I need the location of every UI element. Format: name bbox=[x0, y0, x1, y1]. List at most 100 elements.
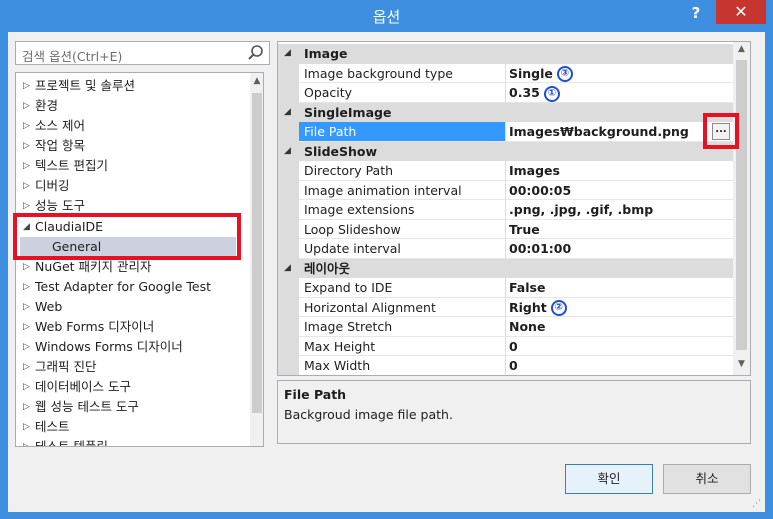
annotation-badge: ③ bbox=[556, 66, 573, 82]
property-row[interactable]: Image Stretch None bbox=[278, 317, 733, 337]
property-name: Expand to IDE bbox=[299, 278, 506, 298]
property-value[interactable]: 00:00:05 bbox=[506, 181, 733, 200]
property-row[interactable]: Update interval 00:01:00 bbox=[278, 239, 733, 259]
property-row[interactable]: Image animation interval 00:00:05 bbox=[278, 180, 733, 200]
tree-item-nuget[interactable]: ▷ NuGet 패키지 관리자 bbox=[16, 257, 246, 277]
property-name: Opacity bbox=[299, 83, 506, 103]
property-name: Image animation interval bbox=[299, 180, 506, 200]
property-value[interactable]: .png, .jpg, .gif, .bmp bbox=[506, 200, 733, 220]
property-name: Update interval bbox=[299, 239, 506, 259]
expand-arrow-icon[interactable]: ▷ bbox=[23, 397, 33, 417]
expand-arrow-icon[interactable]: ▷ bbox=[23, 297, 33, 317]
collapse-arrow-icon[interactable]: ◢ bbox=[284, 259, 291, 278]
property-value[interactable]: False bbox=[506, 278, 733, 298]
property-row[interactable]: Expand to IDE False bbox=[278, 278, 733, 298]
property-row[interactable]: Loop Slideshow True bbox=[278, 219, 733, 239]
property-row[interactable]: Max Width 0 bbox=[278, 356, 733, 375]
expand-arrow-icon[interactable]: ▷ bbox=[23, 317, 33, 337]
expand-arrow-icon[interactable]: ▷ bbox=[23, 176, 33, 196]
category-slideshow[interactable]: ◢ SlideShow bbox=[278, 141, 733, 161]
expand-arrow-icon[interactable]: ▷ bbox=[23, 337, 33, 357]
expand-arrow-icon[interactable]: ▷ bbox=[23, 357, 33, 377]
expand-arrow-icon[interactable]: ▷ bbox=[23, 437, 33, 446]
property-value[interactable]: True bbox=[506, 220, 733, 239]
tree-item-projects[interactable]: ▷ 프로젝트 및 솔루션 bbox=[16, 76, 246, 96]
category-singleimage[interactable]: ◢ SingleImage bbox=[278, 102, 733, 122]
title-bar: 옵션 ? ✕ bbox=[0, 0, 773, 32]
expand-arrow-icon[interactable]: ▷ bbox=[23, 377, 33, 397]
collapse-arrow-icon[interactable]: ◢ bbox=[284, 142, 291, 161]
property-name: Image Stretch bbox=[299, 317, 506, 337]
property-row[interactable]: Directory Path Images bbox=[278, 161, 733, 181]
tree-item-source-control[interactable]: ▷ 소스 제어 bbox=[16, 116, 246, 136]
resize-grip-icon[interactable]: ⋰ bbox=[752, 499, 762, 509]
property-value[interactable]: 00:01:00 bbox=[506, 239, 733, 259]
expand-arrow-icon[interactable]: ▷ bbox=[23, 116, 33, 136]
property-value[interactable]: 0.35 ① bbox=[506, 83, 733, 103]
tree-item-graphics-diagnostics[interactable]: ▷ 그래픽 진단 bbox=[16, 357, 246, 377]
property-value[interactable]: Images bbox=[506, 161, 733, 181]
expand-arrow-icon[interactable]: ▷ bbox=[23, 156, 33, 176]
tree-item-web-forms-designer[interactable]: ▷ Web Forms 디자이너 bbox=[16, 317, 246, 337]
tree-item-text-editor[interactable]: ▷ 텍스트 편집기 bbox=[16, 156, 246, 176]
expand-arrow-icon[interactable]: ▷ bbox=[23, 96, 33, 116]
tree-item-debugging[interactable]: ▷ 디버깅 bbox=[16, 176, 246, 196]
property-value[interactable]: 0 bbox=[506, 356, 733, 375]
property-row[interactable]: Image background type Single ③ bbox=[278, 63, 733, 83]
expand-arrow-icon[interactable]: ▷ bbox=[23, 76, 33, 96]
dialog-title: 옵션 bbox=[372, 8, 401, 26]
tree-item-database-tools[interactable]: ▷ 데이터베이스 도구 bbox=[16, 377, 246, 397]
expand-arrow-icon[interactable]: ▷ bbox=[23, 136, 33, 156]
tree-item-test[interactable]: ▷ 테스트 bbox=[16, 417, 246, 437]
property-name: Loop Slideshow bbox=[299, 219, 506, 239]
scroll-down-icon[interactable]: ▼ bbox=[733, 359, 750, 373]
property-row[interactable]: Opacity 0.35 ① bbox=[278, 83, 733, 103]
tree-item-web[interactable]: ▷ Web bbox=[16, 297, 246, 317]
description-text: Backgroud image file path. bbox=[284, 407, 453, 422]
grid-scrollbar[interactable]: ▲ ▼ bbox=[733, 42, 750, 375]
scroll-thumb[interactable] bbox=[252, 93, 262, 413]
ok-button[interactable]: 확인 bbox=[565, 464, 653, 494]
tree-item-test-adapter[interactable]: ▷ Test Adapter for Google Test bbox=[16, 277, 246, 297]
property-name: Image background type bbox=[299, 63, 506, 83]
property-value[interactable]: Single ③ bbox=[506, 64, 733, 83]
tree-item-web-performance-test[interactable]: ▷ 웹 성능 테스트 도구 bbox=[16, 397, 246, 417]
property-value[interactable]: 0 bbox=[506, 337, 733, 356]
expand-arrow-icon[interactable]: ▷ bbox=[23, 257, 33, 277]
expand-arrow-icon[interactable]: ▷ bbox=[23, 277, 33, 297]
property-value[interactable]: Images₩background.png bbox=[506, 122, 733, 142]
property-row[interactable]: Max Height 0 bbox=[278, 336, 733, 356]
property-value[interactable]: Right ② bbox=[506, 298, 733, 317]
help-button[interactable]: ? bbox=[686, 4, 706, 24]
scroll-thumb[interactable] bbox=[736, 60, 747, 350]
property-value[interactable]: None bbox=[506, 317, 733, 337]
close-button[interactable]: ✕ bbox=[716, 0, 766, 24]
property-row-selected[interactable]: File Path Images₩background.png ... bbox=[278, 122, 733, 142]
property-name: Max Height bbox=[299, 336, 506, 356]
expand-arrow-icon[interactable]: ▷ bbox=[23, 417, 33, 437]
collapse-arrow-icon[interactable]: ◢ bbox=[284, 44, 291, 63]
dialog-body: 검색 옵션(Ctrl+E) ▷ 프로젝트 및 솔루션 ▷ 환경 ▷ 소스 제어 ▷ 작업… bbox=[8, 32, 765, 512]
property-row[interactable]: Image extensions .png, .jpg, .gif, .bmp bbox=[278, 200, 733, 220]
tree-item-work-items[interactable]: ▷ 작업 항목 bbox=[16, 136, 246, 156]
highlight-box-tree bbox=[13, 213, 241, 260]
tree-item-windows-forms-designer[interactable]: ▷ Windows Forms 디자이너 bbox=[16, 337, 246, 357]
description-title: File Path bbox=[284, 387, 347, 402]
category-image[interactable]: ◢ Image bbox=[278, 44, 733, 64]
category-layout[interactable]: ◢ 레이아웃 bbox=[278, 258, 733, 278]
search-icon[interactable] bbox=[247, 44, 265, 62]
search-placeholder: 검색 옵션(Ctrl+E) bbox=[22, 49, 123, 64]
tree-item-test-templates[interactable]: ▷ 테스트 템플릿 bbox=[16, 437, 246, 446]
scroll-up-icon[interactable]: ▲ bbox=[733, 44, 750, 58]
scroll-up-icon[interactable]: ▲ bbox=[250, 73, 263, 89]
options-dialog: 옵션 ? ✕ 검색 옵션(Ctrl+E) ▷ 프로젝트 및 솔루션 ▷ 환경 ▷ 소스… bbox=[0, 0, 773, 519]
property-name: Directory Path bbox=[299, 161, 506, 181]
tree-item-environment[interactable]: ▷ 환경 bbox=[16, 96, 246, 116]
property-row[interactable]: Horizontal Alignment Right ② bbox=[278, 297, 733, 317]
search-input[interactable]: 검색 옵션(Ctrl+E) bbox=[15, 41, 270, 65]
collapse-arrow-icon[interactable]: ◢ bbox=[284, 103, 291, 122]
tree-scrollbar[interactable]: ▲ bbox=[250, 73, 263, 446]
property-grid: ◢ Image Image background type Single ③ Op… bbox=[277, 41, 751, 376]
property-name: Horizontal Alignment bbox=[299, 297, 506, 317]
cancel-button[interactable]: 취소 bbox=[663, 464, 751, 494]
